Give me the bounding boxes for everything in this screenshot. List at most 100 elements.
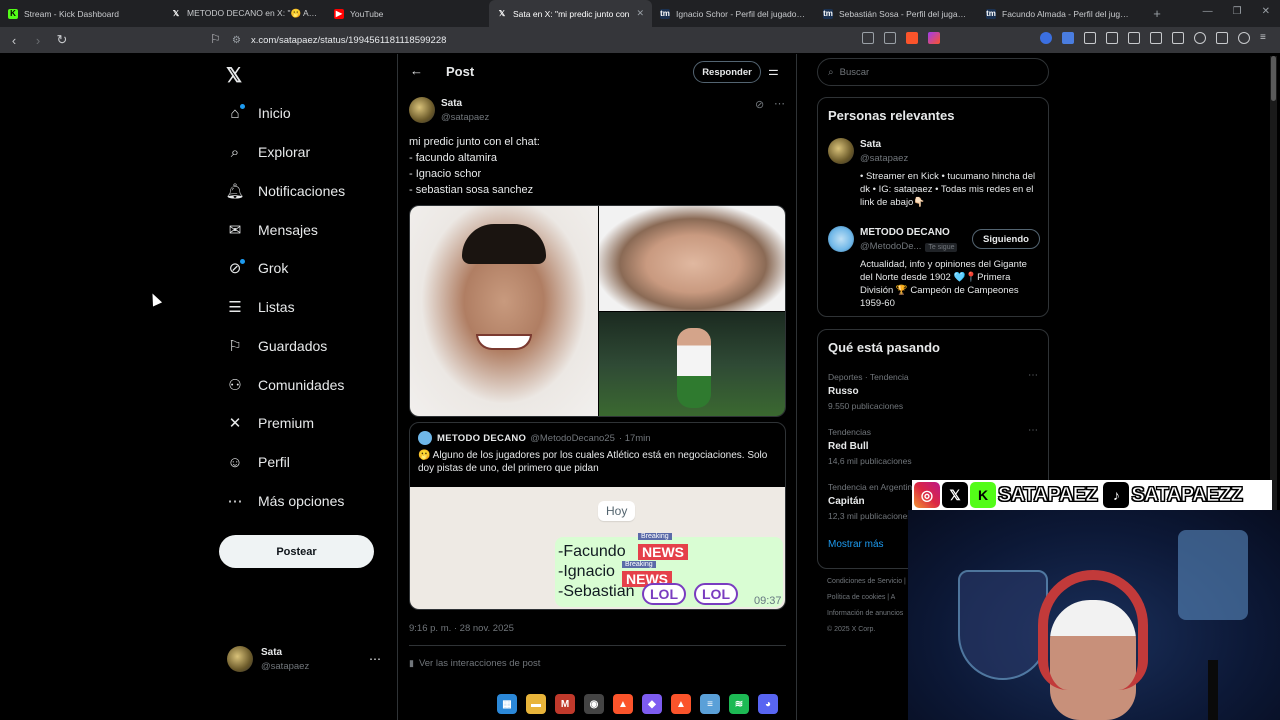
nav-item-premium[interactable]: ✕ Premium: [226, 408, 314, 438]
search-input[interactable]: ⌕ Buscar: [817, 58, 1049, 86]
obs-icon[interactable]: ◉: [584, 694, 604, 714]
address-bar[interactable]: ⚙ x.com/satapaez/status/1994561181118599…: [232, 31, 952, 49]
x-premium-icon: ✕: [228, 415, 242, 432]
back-nav-icon[interactable]: ‹: [4, 33, 24, 48]
quote-image[interactable]: Hoy -Facundo -Ignacio -Sebastian Breakin…: [410, 487, 785, 609]
person-name[interactable]: METODO DECANO: [860, 227, 957, 238]
nav-item-perfil[interactable]: ☺ Perfil: [226, 447, 290, 477]
nav-item-inicio[interactable]: ⌂ Inicio: [226, 98, 291, 128]
minimize-icon[interactable]: —: [1203, 6, 1213, 17]
grok-explain-icon[interactable]: ⊘: [755, 98, 764, 111]
vpn-icon[interactable]: [1216, 32, 1228, 44]
nav-item-mensajes[interactable]: ✉ Mensajes: [226, 215, 318, 245]
cast-icon[interactable]: [862, 32, 874, 44]
restore-icon[interactable]: ❐: [1233, 6, 1242, 17]
author-handle[interactable]: @satapaez: [441, 112, 489, 123]
file-explorer-icon[interactable]: ▬: [526, 694, 546, 714]
leo-ai-icon[interactable]: [1194, 32, 1206, 44]
avatar[interactable]: [828, 138, 854, 164]
author-name[interactable]: Sata: [441, 98, 489, 109]
close-window-icon[interactable]: ✕: [1262, 6, 1270, 17]
menu-icon[interactable]: ≡: [1260, 32, 1272, 44]
brave-alt-icon[interactable]: ▲: [671, 694, 691, 714]
following-button[interactable]: Siguiendo: [972, 229, 1040, 249]
trend-more-icon[interactable]: ⋯: [1028, 370, 1038, 381]
post-author[interactable]: Sata @satapaez: [409, 97, 489, 123]
post-timestamp[interactable]: 9:16 p. m. · 28 nov. 2025: [409, 623, 514, 634]
sidebar-icon[interactable]: [1150, 32, 1162, 44]
avatar[interactable]: [409, 97, 435, 123]
discord-icon[interactable]: ◕: [758, 694, 778, 714]
bookmark-page-icon[interactable]: ⚐: [210, 32, 221, 46]
notepad-icon[interactable]: ≡: [700, 694, 720, 714]
reply-button[interactable]: Responder: [693, 61, 761, 83]
nav-item-mas-opciones[interactable]: ⋯ Más opciones: [226, 486, 345, 516]
media-app-icon[interactable]: M: [555, 694, 575, 714]
close-tab-icon[interactable]: ✕: [636, 8, 644, 19]
translate-icon[interactable]: [1062, 32, 1074, 44]
spotify-icon[interactable]: ≋: [729, 694, 749, 714]
list-icon: ☰: [228, 299, 242, 316]
brave-rewards-icon[interactable]: [928, 32, 940, 44]
nav-label: Más opciones: [258, 493, 345, 509]
share-icon[interactable]: [884, 32, 896, 44]
scrollbar-thumb[interactable]: [1271, 56, 1276, 101]
trend-item[interactable]: Tendencias Red Bull 14,6 mil publicacion…: [828, 425, 1040, 466]
back-arrow-icon[interactable]: ←: [410, 63, 423, 78]
view-interactions-link[interactable]: ▮ Ver las interacciones de post: [409, 658, 540, 669]
site-settings-icon[interactable]: ⚙: [232, 35, 241, 46]
x-logo-icon[interactable]: 𝕏: [226, 63, 242, 88]
browser-tab[interactable]: 𝕏 Sata en X: "mi predic junto con ✕: [489, 0, 652, 27]
avatar[interactable]: [828, 226, 854, 252]
url-text: x.com/satapaez/status/199456118111859922…: [250, 34, 447, 46]
nav-label: Premium: [258, 415, 315, 431]
notification-dot: [240, 259, 245, 264]
extension-1-icon[interactable]: [1040, 32, 1052, 44]
brave-menu-icon[interactable]: [1238, 32, 1250, 44]
trend-posts: 9.550 publicaciones: [828, 401, 904, 411]
trend-more-icon[interactable]: ⋯: [1028, 425, 1038, 436]
account-switcher[interactable]: Sata @satapaez ⋯: [227, 644, 387, 674]
browser-tab[interactable]: 𝕏 METODO DECANO en X: "🫢 Alguno: [163, 0, 326, 27]
post-more-icon[interactable]: ⋯: [774, 97, 785, 110]
media-photo-3[interactable]: [599, 312, 785, 416]
media-photo-2[interactable]: [599, 206, 785, 311]
nav-item-explorar[interactable]: ⌕ Explorar: [226, 137, 310, 167]
browser-tab[interactable]: tm Ignacio Schor - Perfil del jugador 20: [652, 0, 815, 27]
browser-tab[interactable]: K Stream - Kick Dashboard: [0, 0, 163, 27]
nav-item-guardados[interactable]: ⚐ Guardados: [226, 331, 327, 361]
puzzle-icon[interactable]: [1106, 32, 1118, 44]
browser-toolbar: ‹ › ↻ ⚐ ⚙ x.com/satapaez/status/19945611…: [0, 27, 1280, 53]
show-more-link[interactable]: Mostrar más: [828, 539, 884, 550]
browser-tab[interactable]: tm Facundo Almada - Perfil del jugador: [978, 0, 1141, 27]
nav-item-notificaciones[interactable]: 🔔︎ Notificaciones: [225, 176, 345, 206]
copilot-icon[interactable]: ◆: [642, 694, 662, 714]
trend-item[interactable]: Deportes · Tendencia Russo 9.550 publica…: [828, 370, 1040, 411]
nav-item-grok[interactable]: ⊘ Grok: [226, 253, 288, 283]
quoted-post[interactable]: METODO DECANO @MetodoDecano25 · 17min 🫢 …: [409, 422, 786, 610]
nav-item-comunidades[interactable]: ⚇ Comunidades: [226, 370, 344, 400]
extension-2-icon[interactable]: [1084, 32, 1096, 44]
screenshot-icon[interactable]: [1128, 32, 1140, 44]
quote-author-name: METODO DECANO: [437, 432, 527, 444]
brave-icon[interactable]: ▲: [613, 694, 633, 714]
nav-item-listas[interactable]: ☰ Listas: [226, 292, 294, 322]
person-sata[interactable]: Sata @satapaez: [828, 138, 908, 164]
account-more-icon[interactable]: ⋯: [369, 652, 381, 666]
filter-icon[interactable]: ⚌: [768, 64, 779, 78]
person-name[interactable]: Sata: [860, 139, 908, 150]
media-photo-1[interactable]: [410, 206, 598, 416]
post-button[interactable]: Postear: [219, 535, 374, 568]
wallet-icon[interactable]: [1172, 32, 1184, 44]
footer-links[interactable]: Condiciones de Servicio | Política de co…: [827, 574, 906, 638]
brave-shield-icon[interactable]: [906, 32, 918, 44]
windows-start-icon[interactable]: ▦: [497, 694, 517, 714]
reload-icon[interactable]: ↻: [52, 32, 72, 48]
browser-tab[interactable]: ▶ YouTube: [326, 0, 489, 27]
new-tab-button[interactable]: +: [1147, 6, 1167, 21]
person-metodo-decano[interactable]: METODO DECANO @MetodoDe... Te sigue: [828, 226, 958, 252]
forward-nav-icon[interactable]: ›: [28, 33, 48, 48]
browser-tab[interactable]: tm Sebastián Sosa - Perfil del jugador 2: [815, 0, 978, 27]
post-media-grid: [409, 205, 786, 417]
x-icon: 𝕏: [498, 9, 506, 18]
